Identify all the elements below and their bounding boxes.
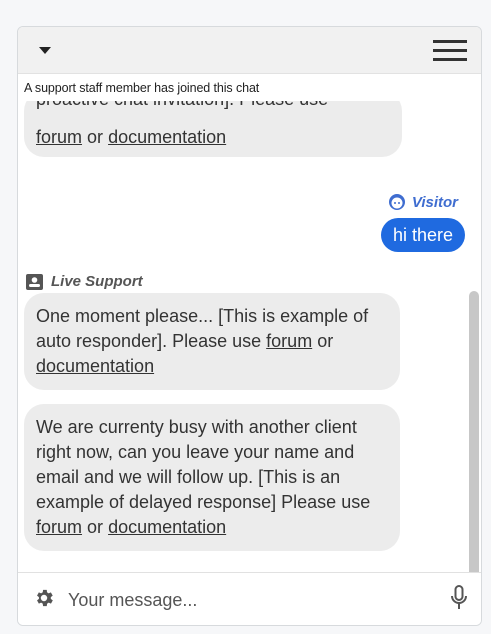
microphone-icon[interactable] (449, 585, 469, 611)
visitor-message-bubble: hi there (380, 218, 465, 252)
chevron-down-icon[interactable] (38, 44, 52, 56)
or-text: or (87, 127, 104, 147)
forum-link[interactable]: forum (36, 517, 82, 537)
message-composer (18, 572, 481, 625)
or-text: or (87, 517, 104, 537)
support-message-text: We are currenty busy with another client… (36, 417, 371, 512)
chat-widget: proactive chat invitation]. Please use f… (17, 26, 482, 626)
visitor-avatar-icon (388, 194, 405, 210)
support-name-label: Live Support (26, 273, 143, 290)
documentation-link[interactable]: documentation (108, 127, 226, 147)
or-text: or (317, 331, 334, 351)
documentation-link[interactable]: documentation (108, 517, 226, 537)
system-notification: A support staff member has joined this c… (24, 81, 260, 95)
documentation-link[interactable]: documentation (36, 356, 154, 376)
visitor-label-text: Visitor (411, 193, 458, 211)
message-list[interactable]: proactive chat invitation]. Please use f… (18, 101, 481, 573)
support-message-bubble: We are currenty busy with another client… (24, 404, 400, 551)
chat-header (18, 27, 481, 74)
support-id-icon (26, 273, 43, 290)
message-input[interactable] (66, 584, 430, 616)
partial-message-text: proactive chat invitation]. Please use (36, 101, 328, 112)
forum-link[interactable]: forum (266, 331, 312, 351)
gear-icon[interactable] (33, 587, 55, 609)
support-message-bubble: One moment please... [This is example of… (24, 293, 400, 390)
scrollbar-thumb[interactable] (469, 291, 479, 573)
visitor-name-label: Visitor (388, 193, 458, 211)
message-bubble-partial: proactive chat invitation]. Please use f… (24, 101, 402, 157)
support-label-text: Live Support (51, 273, 143, 290)
forum-link[interactable]: forum (36, 127, 82, 147)
hamburger-menu-icon[interactable] (433, 39, 467, 63)
